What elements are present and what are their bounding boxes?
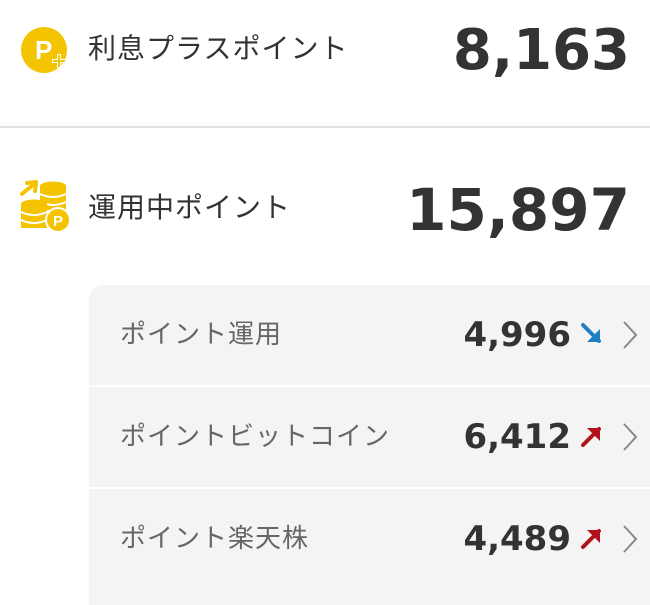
section-divider: [0, 126, 650, 128]
breakdown-row-amount: 6,412: [463, 417, 571, 457]
chevron-right-icon: [623, 525, 638, 553]
coin-stack-p-icon: P: [20, 180, 71, 232]
svg-text:P: P: [53, 213, 63, 230]
interest-plus-points-label: 利息プラスポイント: [88, 32, 349, 65]
breakdown-row-name: ポイントビットコイン: [120, 422, 391, 452]
breakdown-row-amount: 4,489: [463, 519, 571, 559]
trend-down-arrow-icon: [581, 323, 601, 343]
breakdown-row-point-bitcoin[interactable]: ポイントビットコイン 6,412: [89, 387, 650, 489]
running-points-breakdown: ポイント運用 4,996 ポイントビットコイン 6,412 ポイント楽天株 4,…: [89, 285, 650, 605]
chevron-right-icon: [623, 423, 638, 451]
p-plus-coin-icon: P: [21, 27, 67, 73]
svg-text:P: P: [35, 35, 52, 65]
trend-up-arrow-icon: [581, 529, 601, 549]
interest-plus-points-row: P 利息プラスポイント 8,163: [0, 0, 650, 127]
breakdown-row-name: ポイント運用: [120, 320, 283, 350]
running-points-value: 15,897: [406, 176, 630, 244]
trend-up-arrow-icon: [581, 427, 601, 447]
breakdown-row-name: ポイント楽天株: [120, 524, 310, 554]
running-points-row: P 運用中ポイント 15,897: [0, 150, 650, 270]
running-points-label: 運用中ポイント: [88, 191, 292, 224]
breakdown-row-point-investment[interactable]: ポイント運用 4,996: [89, 285, 650, 387]
breakdown-row-amount: 4,996: [463, 315, 571, 355]
breakdown-row-point-rakuten-stock[interactable]: ポイント楽天株 4,489: [89, 489, 650, 591]
chevron-right-icon: [623, 321, 638, 349]
interest-plus-points-value: 8,163: [452, 18, 630, 83]
